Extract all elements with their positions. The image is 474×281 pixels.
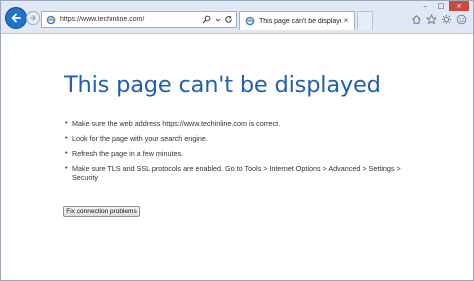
smiley-feedback-icon[interactable] xyxy=(456,14,467,25)
refresh-icon[interactable] xyxy=(224,14,233,25)
fix-connection-problems-button[interactable]: Fix connection problems xyxy=(63,206,140,217)
home-icon[interactable] xyxy=(411,14,422,25)
forward-button[interactable] xyxy=(26,11,40,25)
error-heading: This page can't be displayed xyxy=(64,72,381,98)
new-tab-button[interactable] xyxy=(357,11,373,30)
browser-window: https://www.techinline.com/ This page ca… xyxy=(0,0,474,281)
address-bar[interactable]: https://www.techinline.com/ xyxy=(41,11,237,28)
bullet: • xyxy=(65,135,68,142)
gear-icon[interactable] xyxy=(441,14,452,25)
bullet: • xyxy=(65,150,68,157)
list-item-text: Make sure TLS and SSL protocols are enab… xyxy=(72,164,401,182)
list-item: • Make sure the web address https://www.… xyxy=(65,119,425,128)
address-url[interactable]: https://www.techinline.com/ xyxy=(60,16,202,23)
maximize-button[interactable]: □ xyxy=(433,1,449,11)
close-window-button[interactable]: × xyxy=(449,1,469,11)
minimize-button[interactable]: – xyxy=(417,1,433,11)
tab-title: This page can't be displayed xyxy=(259,17,341,25)
bullet: • xyxy=(65,165,68,172)
page-content: This page can't be displayed • Make sure… xyxy=(1,35,473,281)
list-item: • Refresh the page in a few minutes. xyxy=(65,149,425,158)
list-item-text: Refresh the page in a few minutes. xyxy=(72,149,184,158)
back-button[interactable] xyxy=(5,7,27,29)
dropdown-arrow-icon[interactable] xyxy=(213,14,222,25)
browser-toolbar: https://www.techinline.com/ This page ca… xyxy=(1,1,473,34)
bullet: • xyxy=(65,120,68,127)
tab-current[interactable]: This page can't be displayed × xyxy=(239,11,355,30)
back-arrow-icon xyxy=(11,13,21,23)
favorites-star-icon[interactable] xyxy=(426,14,437,25)
search-icon[interactable] xyxy=(202,14,211,25)
list-item-text: Make sure the web address https://www.te… xyxy=(72,119,281,128)
window-controls: – □ × xyxy=(417,1,469,11)
list-item: • Make sure TLS and SSL protocols are en… xyxy=(65,164,425,182)
list-item: • Look for the page with your search eng… xyxy=(65,134,425,143)
ie-page-icon xyxy=(244,16,255,27)
forward-arrow-icon xyxy=(29,15,36,21)
ie-page-icon xyxy=(45,14,57,26)
tab-close-icon[interactable]: × xyxy=(341,16,351,26)
suggestion-list: • Make sure the web address https://www.… xyxy=(65,119,425,188)
list-item-text: Look for the page with your search engin… xyxy=(72,134,208,143)
